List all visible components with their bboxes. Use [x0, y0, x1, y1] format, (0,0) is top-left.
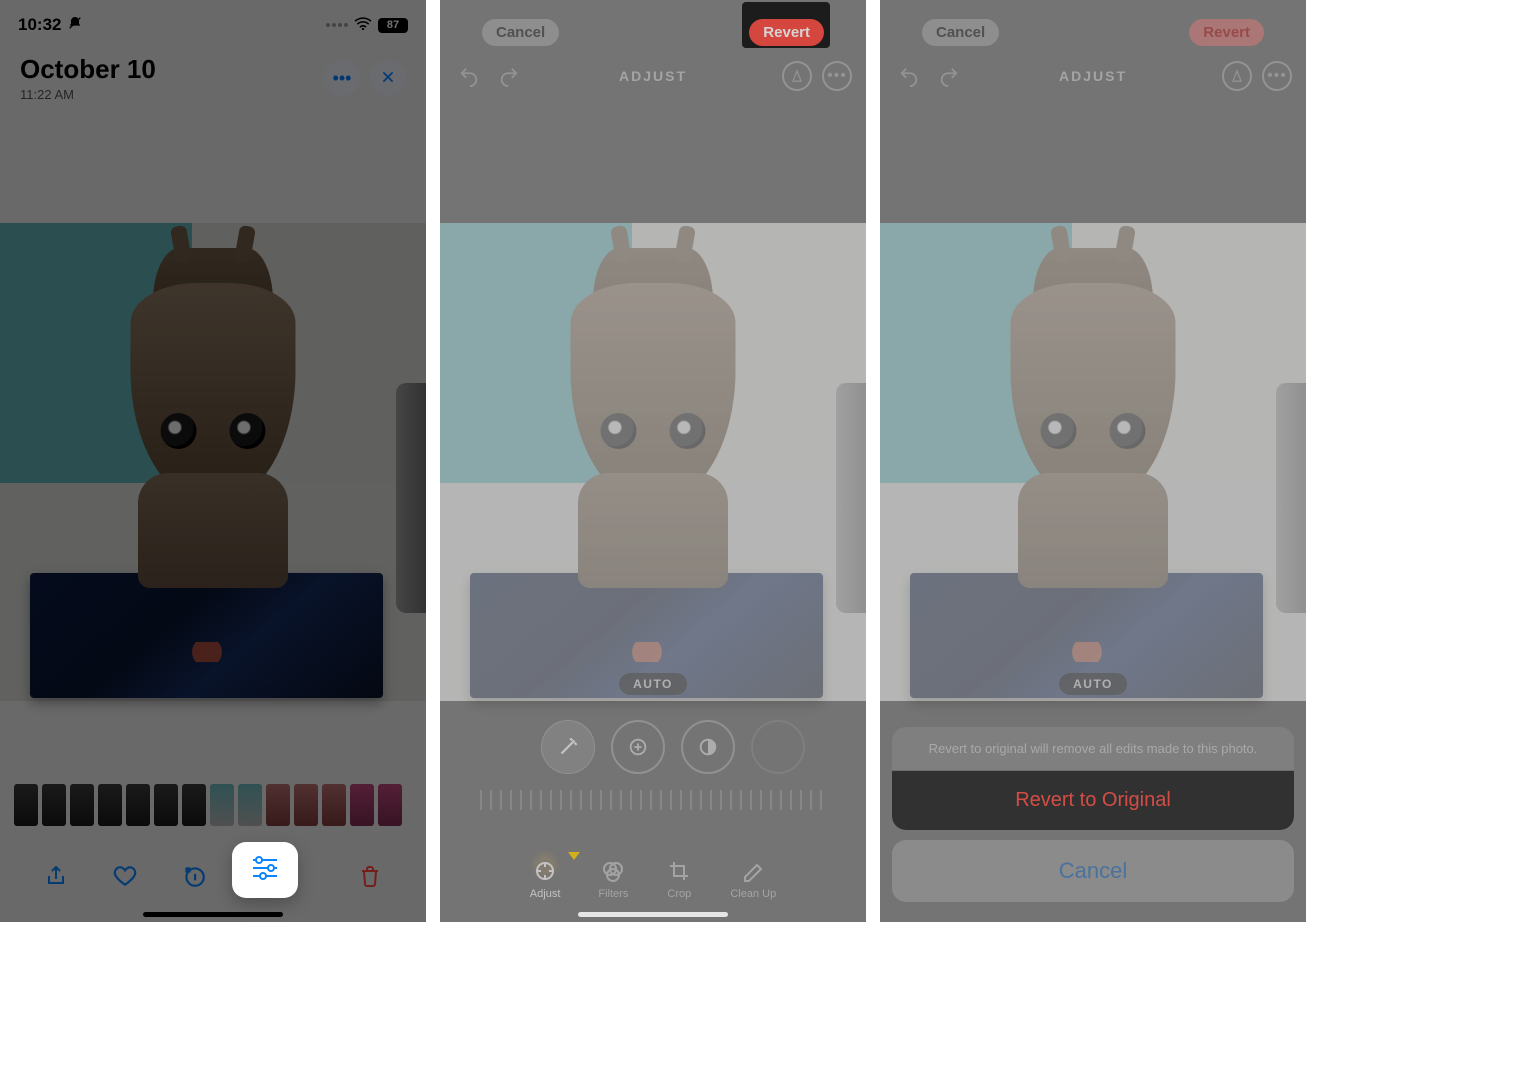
status-time-group: 10:32	[18, 15, 83, 36]
more-options-button[interactable]: •••	[324, 60, 360, 96]
auto-adjust-badge: AUTO	[1059, 673, 1127, 695]
do-not-disturb-icon	[67, 15, 83, 36]
edit-photo-preview[interactable]: AUTO	[440, 223, 866, 701]
filters-tool-icon	[600, 858, 626, 884]
undo-button[interactable]	[454, 61, 484, 91]
photo-header: October 10 11:22 AM •••	[0, 54, 426, 102]
edit-button-highlight[interactable]	[232, 842, 298, 898]
markup-button[interactable]	[1222, 61, 1252, 91]
panel-revert-confirm: Cancel Revert ADJUST ••• AUTO	[880, 0, 1306, 922]
photo-preview[interactable]	[0, 223, 426, 701]
active-tool-indicator-icon	[568, 852, 580, 860]
edit-photo-preview: AUTO	[880, 223, 1306, 701]
crop-tool-icon	[666, 858, 692, 884]
sheet-message: Revert to original will remove all edits…	[892, 727, 1294, 771]
close-icon	[381, 68, 395, 89]
tool-label: Crop	[667, 888, 691, 900]
tool-adjust[interactable]: Adjust	[530, 858, 561, 900]
redo-button[interactable]	[934, 61, 964, 91]
status-right: 87	[326, 15, 408, 35]
share-button[interactable]	[42, 862, 70, 890]
adjust-controls-row	[440, 720, 866, 774]
edit-more-button[interactable]: •••	[822, 61, 852, 91]
brilliance-control[interactable]	[681, 720, 735, 774]
tool-label: Clean Up	[730, 888, 776, 900]
status-bar: 10:32 87	[0, 0, 426, 50]
edit-more-button[interactable]: •••	[1262, 61, 1292, 91]
revert-button[interactable]: Revert	[749, 19, 824, 46]
tool-crop[interactable]: Crop	[666, 858, 692, 900]
next-control-peek[interactable]	[751, 720, 805, 774]
revert-button[interactable]: Revert	[1189, 19, 1264, 46]
auto-adjust-badge[interactable]: AUTO	[619, 673, 687, 695]
cellular-icon	[326, 23, 348, 27]
revert-action-sheet: Revert to original will remove all edits…	[892, 727, 1294, 902]
sheet-cancel-button[interactable]: Cancel	[892, 840, 1294, 902]
wifi-icon	[354, 15, 372, 35]
revert-to-original-button[interactable]: Revert to Original	[892, 771, 1294, 830]
markup-button[interactable]	[782, 61, 812, 91]
undo-button[interactable]	[894, 61, 924, 91]
home-indicator[interactable]	[143, 912, 283, 917]
bottom-toolbar	[0, 848, 426, 904]
panel-photo-viewer: 10:32 87 October 10 11:22 AM •••	[0, 0, 426, 922]
battery-indicator: 87	[378, 18, 408, 33]
tool-filters[interactable]: Filters	[598, 858, 628, 900]
ellipsis-icon: •••	[333, 68, 352, 89]
delete-button[interactable]	[356, 862, 384, 890]
photo-date-title: October 10	[20, 54, 156, 85]
home-indicator[interactable]	[578, 912, 728, 917]
cleanup-tool-icon	[740, 858, 766, 884]
cancel-edit-button[interactable]: Cancel	[482, 19, 559, 46]
cancel-edit-button[interactable]: Cancel	[922, 19, 999, 46]
exposure-control[interactable]	[611, 720, 665, 774]
adjust-tool-icon	[532, 858, 558, 884]
sliders-icon	[250, 855, 280, 886]
edit-section-title: ADJUST	[1059, 68, 1127, 84]
close-button[interactable]	[370, 60, 406, 96]
ellipsis-icon: •••	[827, 67, 847, 85]
favorite-button[interactable]	[111, 862, 139, 890]
panel-edit-screen: Cancel Revert ADJUST ••• AUTO	[440, 0, 866, 922]
tool-label: Filters	[598, 888, 628, 900]
info-button[interactable]	[180, 862, 208, 890]
thumbnail-scrubber[interactable]	[14, 784, 412, 826]
status-time: 10:32	[18, 15, 61, 35]
adjustment-slider-ticks[interactable]	[480, 790, 826, 810]
photo-time-subtitle: 11:22 AM	[20, 87, 156, 102]
edit-section-title: ADJUST	[619, 68, 687, 84]
auto-enhance-control[interactable]	[541, 720, 595, 774]
tool-label: Adjust	[530, 888, 561, 900]
ellipsis-icon: •••	[1267, 67, 1287, 85]
tool-cleanup[interactable]: Clean Up	[730, 858, 776, 900]
redo-button[interactable]	[494, 61, 524, 91]
edit-tool-tabs: Adjust Filters Crop Clean Up	[440, 840, 866, 900]
